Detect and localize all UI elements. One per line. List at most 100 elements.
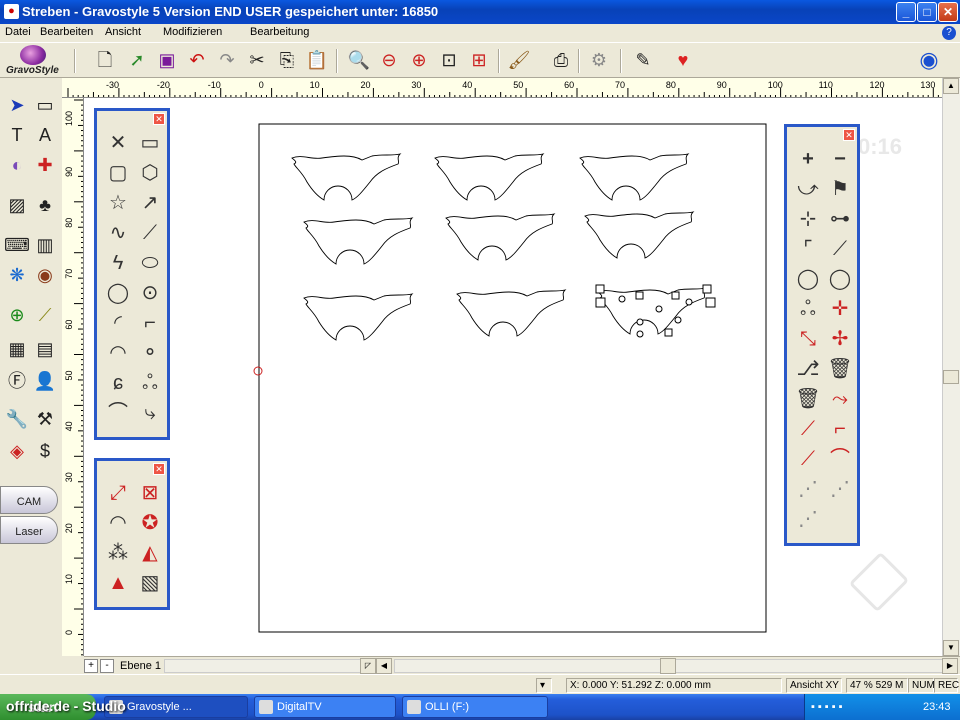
checker-flag-icon[interactable]: ⚑ (825, 175, 855, 203)
paste-icon[interactable]: 📋 (304, 47, 330, 73)
layer-tab[interactable]: Ebene 1 (120, 660, 161, 672)
pen-curve-icon[interactable]: ⤷ (135, 399, 165, 427)
user-tool-icon[interactable]: 👤 (32, 368, 58, 394)
wave-icon[interactable]: ∿ (103, 219, 133, 247)
minimize-button[interactable]: _ (896, 2, 916, 22)
task-digitaltv[interactable]: DigitalTV (254, 696, 396, 718)
strebe-shape[interactable] (291, 153, 401, 201)
scroll-left-icon[interactable]: ◀ (376, 658, 392, 674)
break-node-icon[interactable]: ⤡ (793, 325, 823, 353)
redo-icon[interactable]: ↷ (214, 47, 240, 73)
scale-icon[interactable]: ⤢ (103, 479, 133, 507)
menu-modifizieren[interactable]: Modifizieren (163, 26, 222, 38)
price-tool-icon[interactable]: $ (32, 438, 58, 464)
undo-icon[interactable]: ↶ (184, 47, 210, 73)
strebe-shape[interactable] (303, 293, 413, 341)
menu-bearbeitung[interactable]: Bearbeitung (250, 26, 309, 38)
dashed-curve-icon[interactable]: ⋰ (825, 475, 855, 503)
zoom-fit-icon[interactable]: ⊕ (406, 47, 432, 73)
ellipse-icon[interactable]: ⬭ (135, 249, 165, 277)
strebe-shape[interactable] (445, 213, 555, 261)
palette-close-icon[interactable]: ✕ (843, 129, 855, 141)
join-node-icon[interactable]: ⊶ (825, 205, 855, 233)
curve-dots-icon[interactable]: ⌒ (103, 399, 133, 427)
protractor-icon[interactable]: ◠ (103, 339, 133, 367)
rectangle-icon[interactable]: ▭ (135, 129, 165, 157)
text-style-icon[interactable]: A (32, 122, 58, 148)
zoom-minus-icon[interactable]: ⊖ (376, 47, 402, 73)
hatch-icon[interactable]: ▧ (135, 569, 165, 597)
palette-close-icon[interactable]: ✕ (153, 463, 165, 475)
vertical-scrollbar[interactable]: ▲ ▼ (942, 78, 960, 656)
scroll-down-icon[interactable]: ▼ (943, 640, 959, 656)
layers-tool-icon[interactable]: ▤ (32, 336, 58, 362)
scanner-icon[interactable]: ⌨ (4, 232, 30, 258)
shapes-tool-icon[interactable]: ◐ (4, 152, 30, 178)
fx-tool-icon[interactable]: Ⓕ (4, 368, 30, 394)
arrow-line-icon[interactable]: ↗ (135, 189, 165, 217)
open-icon[interactable]: ➚ (124, 47, 150, 73)
new-document-icon[interactable]: 🗋 (92, 47, 118, 73)
curve-node-icon[interactable]: ⤻ (793, 175, 823, 203)
perspective-icon[interactable]: ▲ (103, 569, 133, 597)
numbering-icon[interactable]: ⁂ (103, 539, 133, 567)
strebe-shape[interactable] (584, 211, 694, 259)
bow-icon[interactable]: ஃ (135, 369, 165, 397)
node-move-icon[interactable]: ⤳ (825, 385, 855, 413)
strebe-shape[interactable] (303, 217, 413, 265)
horizontal-scroll-thumb[interactable] (660, 658, 676, 674)
tray-icons[interactable]: ▪▪▪▪▪ (805, 701, 846, 713)
dashed-segment-icon[interactable]: ⋰ (793, 505, 823, 533)
scroll-up-icon[interactable]: ▲ (943, 78, 959, 94)
lightning-icon[interactable]: ϟ (103, 249, 133, 277)
close-button[interactable]: ✕ (938, 2, 958, 22)
corner-node-icon[interactable]: ⌜ (793, 235, 823, 263)
edit-icon[interactable]: ✎ (630, 47, 656, 73)
add-layer-button[interactable]: + (84, 659, 98, 673)
bezier-segment-icon[interactable]: ⌐ (825, 415, 855, 443)
color-tool-icon[interactable]: ❋ (4, 262, 30, 288)
menu-ansicht[interactable]: Ansicht (105, 26, 141, 38)
zoom-icon[interactable]: 🔍 (346, 47, 372, 73)
trash-icon[interactable]: 🗑 (825, 355, 855, 383)
cam-tab[interactable]: CAM (0, 486, 58, 514)
hexagon-icon[interactable]: ⬡ (135, 159, 165, 187)
add-node-icon[interactable]: + (793, 145, 823, 173)
engrave-icon[interactable]: ⚙ (586, 47, 612, 73)
strebe-shape[interactable] (456, 289, 566, 337)
laser-tab[interactable]: Laser (0, 516, 58, 544)
split-node-icon[interactable]: ⊹ (793, 205, 823, 233)
cut-icon[interactable]: ✂ (244, 47, 270, 73)
paint-tool-icon[interactable]: ◈ (4, 438, 30, 464)
circle-points-icon[interactable]: ⊙ (135, 279, 165, 307)
closed-circle-icon[interactable]: ◯ (825, 265, 855, 293)
menu-datei[interactable]: Datei (5, 26, 31, 38)
task-olli-drive[interactable]: OLLI (F:) (402, 696, 548, 718)
strebe-shape[interactable] (579, 153, 689, 201)
trash-all-icon[interactable]: 🗑 (793, 385, 823, 413)
copy-icon[interactable]: ⎘ (274, 47, 300, 73)
crop-icon[interactable]: ⊠ (135, 479, 165, 507)
rounded-rectangle-icon[interactable]: ▢ (103, 159, 133, 187)
node-edit-icon[interactable]: ✚ (32, 152, 58, 178)
spiral-icon[interactable]: ɕ (103, 369, 133, 397)
selected-strebe-shape[interactable] (595, 284, 716, 338)
menu-bearbeiten[interactable]: Bearbeiten (40, 26, 93, 38)
loop-icon[interactable]: ஃ (793, 295, 823, 323)
brush-icon[interactable]: 🖌 (506, 47, 532, 73)
wrench-tool-icon[interactable]: 🔧 (4, 406, 30, 432)
library-icon[interactable]: ▥ (32, 232, 58, 258)
help-button[interactable]: ? (942, 26, 956, 40)
circle-icon[interactable]: ◯ (103, 279, 133, 307)
status-snap-icon[interactable]: ▾ (536, 678, 552, 693)
symbols-tool-icon[interactable]: ♣ (32, 192, 58, 218)
maximize-button[interactable]: □ (917, 2, 937, 22)
open-circle-icon[interactable]: ◯ (793, 265, 823, 293)
text-tool-icon[interactable]: T (4, 122, 30, 148)
tools-tool-icon[interactable]: ⚒ (32, 406, 58, 432)
zoom-select-icon[interactable]: ⊞ (466, 47, 492, 73)
measure-tool-icon[interactable]: ⟋ (32, 302, 58, 328)
save-icon[interactable]: ▣ (154, 47, 180, 73)
smooth-corner-icon[interactable]: ⟋ (825, 235, 855, 263)
star-icon[interactable]: ☆ (103, 189, 133, 217)
